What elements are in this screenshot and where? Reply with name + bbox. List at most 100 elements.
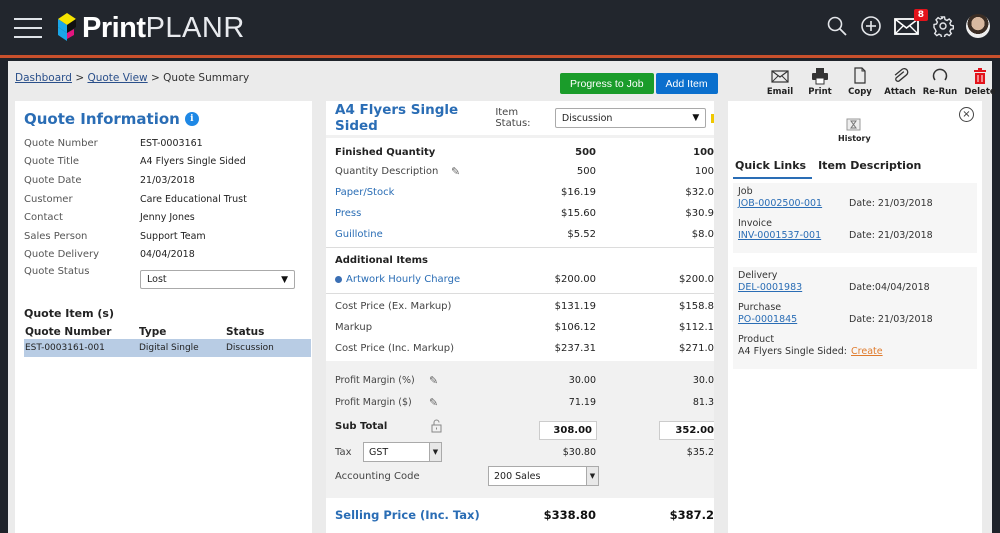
breadcrumb-quote-view[interactable]: Quote View [87,72,147,84]
profit-margin-percent-row: Profit Margin (%) ✎ 30.00 30.0 [335,370,714,390]
quantity-2-value: 30.0 [692,374,714,386]
pencil-edit-icon[interactable]: ✎ [429,396,438,409]
quick-link-title: Product [738,334,775,345]
breadcrumb-current: Quote Summary [163,72,250,84]
copy-icon [854,67,866,84]
sub-total-quantity-1-input[interactable]: 308.00 [539,421,597,440]
hamburger-menu-icon[interactable] [14,18,42,38]
toolbar-label: Email [766,87,794,97]
brand-name-light: PLANR [145,11,245,44]
attach-button[interactable]: Attach [880,67,920,97]
tax-select[interactable]: GST ▼ [363,442,442,462]
quantity-1-value: $15.60 [561,207,596,219]
accounting-code-select[interactable]: 200 Sales ▼ [488,466,599,486]
quantity-2-value: 81.3 [692,396,714,408]
progress-to-job-button[interactable]: Progress to Job [560,73,654,94]
settings-gear-icon[interactable] [932,15,954,39]
table-row[interactable]: EST-0003161-001 Digital Single Discussio… [24,339,311,357]
toolbar-label: Copy [848,87,872,97]
user-avatar[interactable] [966,14,990,38]
rerun-button[interactable]: Re-Run [920,67,960,97]
field-label: Sales Person [24,230,88,242]
quote-information-panel: Quote Information i Quote Number EST-0003… [15,101,312,533]
email-icon [771,70,789,83]
delivery-link[interactable]: DEL-0001983 [738,282,849,293]
finished-quantity-row: Finished Quantity 500 100 [335,142,714,162]
quantity-1-value: $237.31 [554,342,596,354]
paper-stock-link[interactable]: Paper/Stock [335,187,535,198]
quote-title-row: Quote Title A4 Flyers Single Sided [24,153,304,172]
quick-link-title: Delivery [738,270,778,281]
cost-breakdown: Finished Quantity 500 100 Quantity Descr… [326,138,714,361]
quote-status-row: Quote Status Lost ▼ [24,264,304,290]
job-link[interactable]: JOB-0002500-001 [738,198,849,209]
add-circle-icon[interactable] [860,15,882,37]
additional-item-label: Artwork Hourly Charge [346,273,461,285]
close-icon[interactable]: × [959,107,974,122]
press-link[interactable]: Press [335,208,535,219]
purchase-link[interactable]: PO-0001845 [738,314,849,325]
list-item: Invoice INV-0001537-001 Date: 21/03/2018 [738,218,972,250]
toolbar-label: Delete [964,87,996,97]
invoice-link[interactable]: INV-0001537-001 [738,230,849,241]
list-item: Purchase PO-0001845 Date: 21/03/2018 [738,302,972,334]
history-icon [846,118,861,131]
delete-icon [974,68,986,84]
top-navigation-bar: Print PLANR 8 [0,0,1000,58]
search-icon[interactable] [826,15,848,37]
sales-person-value: Support Team [140,230,206,242]
field-label: Quote Title [24,156,80,168]
quote-items-title: Quote Item (s) [24,307,114,320]
quantity-2-value: 100 [693,146,714,158]
quantity-1-value: 500 [575,146,596,158]
email-button[interactable]: Email [760,67,800,97]
pencil-edit-icon[interactable]: ✎ [451,165,460,178]
breadcrumb-dashboard[interactable]: Dashboard [15,72,72,84]
additional-item-row: Artwork Hourly Charge $200.00 $200.0 [335,269,714,289]
content-area: Dashboard > Quote View > Quote Summary Q… [8,61,996,533]
quote-information-heading: Quote Information i [24,110,199,128]
print-button[interactable]: Print [800,67,840,97]
guillotine-link[interactable]: Guillotine [335,229,535,240]
sub-total-row: Sub Total [335,416,714,436]
quote-status-select[interactable]: Lost ▼ [140,270,295,290]
field-label: Quote Status [24,266,90,278]
selling-price-label: Selling Price (Inc. Tax) [335,508,480,522]
status-indicator [711,113,714,123]
mail-icon[interactable]: 8 [894,9,928,37]
column-header: Quote Number [25,326,112,338]
quote-date-row: Quote Date 21/03/2018 [24,171,304,190]
list-item: Product A4 Flyers Single Sided: Create [738,334,972,366]
quick-link-date: Date: 21/03/2018 [849,198,933,209]
quick-link-title: Job [738,186,753,197]
delete-button[interactable]: Delete [960,67,1000,97]
item-costing-panel: A4 Flyers Single Sided Item Status: Disc… [326,101,714,533]
create-product-link[interactable]: Create [851,346,883,357]
pencil-edit-icon[interactable]: ✎ [429,374,438,387]
toolbar-label: Print [808,87,832,97]
quote-toolbar: Email Print Copy Attach Re-Run Delete [760,67,1000,97]
sub-total-quantity-2-input[interactable]: 352.00 [659,421,714,440]
artwork-hourly-charge-link[interactable]: Artwork Hourly Charge [335,274,535,285]
quick-link-date: Date:04/04/2018 [849,282,930,293]
printplanr-logo[interactable]: Print PLANR [56,10,245,46]
quantity-1-value: $106.12 [554,321,596,333]
unlock-icon[interactable] [431,419,442,433]
quantity-1-value: 30.00 [568,374,596,386]
quantity-1-value: 500 [576,165,596,177]
item-status-select[interactable]: Discussion ▼ [554,108,707,128]
quick-link-date: Date: 21/03/2018 [849,230,933,241]
add-item-button[interactable]: Add Item [655,73,718,94]
tab-quick-links[interactable]: Quick Links [733,157,813,179]
quantity-description-row: Quantity Description ✎ 500 100 [335,161,714,181]
history-button[interactable]: History [838,117,871,143]
copy-button[interactable]: Copy [840,67,880,97]
quick-links-panel: × History Quick Links Item Description J… [728,101,982,533]
tab-item-description[interactable]: Item Description [816,157,927,179]
dropdown-arrow-icon: ▼ [429,443,441,461]
quote-delivery-row: Quote Delivery 04/04/2018 [24,246,304,265]
quick-link-date: Date: 21/03/2018 [849,314,933,325]
quote-information-title: Quote Information [24,110,180,128]
column-header: Status [226,326,265,338]
info-icon[interactable]: i [184,112,199,126]
